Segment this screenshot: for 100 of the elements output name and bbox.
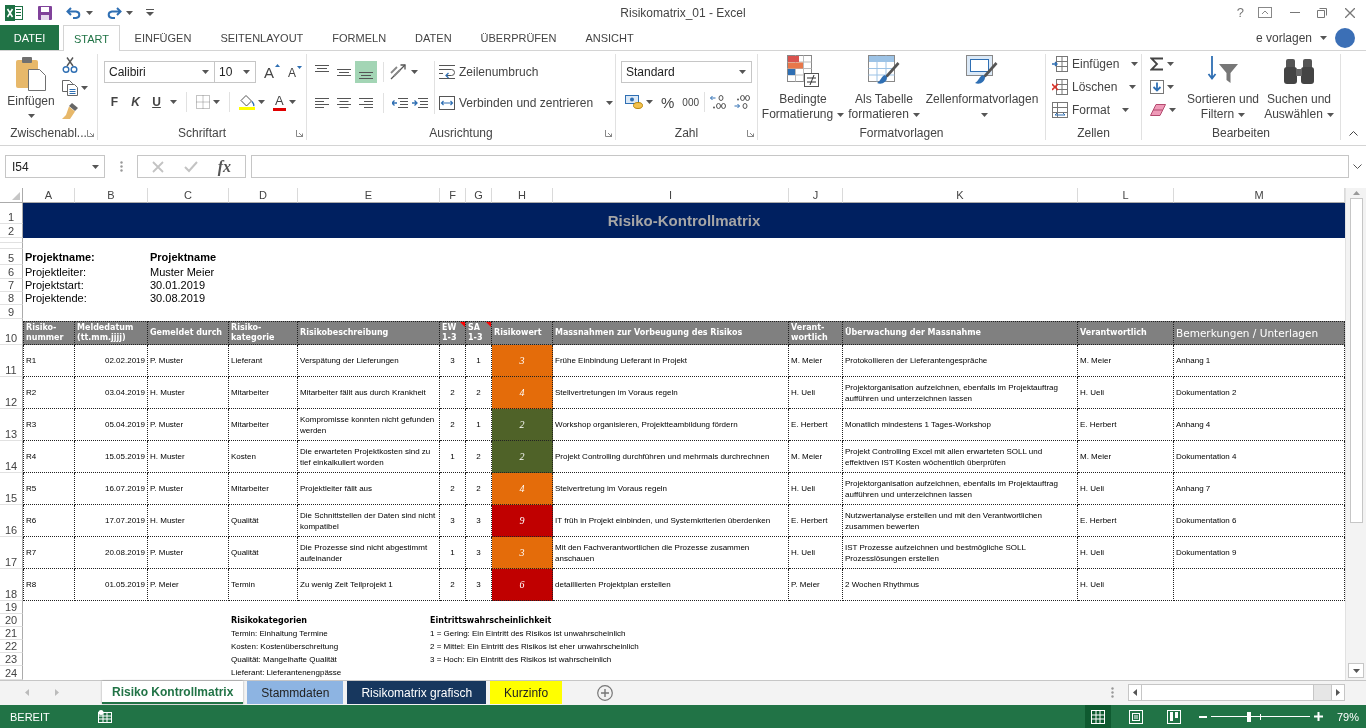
caret-icon[interactable] <box>1131 62 1139 66</box>
zoom-level[interactable]: 79% <box>1336 710 1359 723</box>
align-bottom-button[interactable] <box>355 61 377 83</box>
row-header[interactable]: 13 <box>0 409 23 441</box>
increase-indent-icon[interactable] <box>412 98 428 108</box>
customize-caret-icon[interactable] <box>146 9 154 16</box>
caret-icon[interactable] <box>258 100 265 104</box>
row-header[interactable]: 6 <box>0 265 23 279</box>
sheet-tab[interactable]: Risiko Kontrollmatrix <box>102 681 244 704</box>
spreadsheet-logo-icon[interactable] <box>5 4 23 21</box>
merge-center-button[interactable]: Verbinden und zentrieren <box>439 92 614 114</box>
row-header[interactable]: 5 <box>0 249 23 265</box>
ribbon-tab[interactable]: SEITENLAYOUT <box>205 25 318 50</box>
spreadsheet-icon[interactable] <box>97 710 112 723</box>
text-angle-icon[interactable] <box>390 64 408 80</box>
align-left-icon[interactable] <box>315 98 329 108</box>
normal-view-button[interactable] <box>1084 705 1111 728</box>
row-header[interactable]: 9 <box>0 305 23 319</box>
caret-icon[interactable] <box>288 100 296 104</box>
caret-icon[interactable] <box>86 10 93 15</box>
down-arrow-icon[interactable] <box>1352 668 1360 673</box>
caret-icon[interactable] <box>1129 85 1137 89</box>
name-box[interactable]: I54 <box>5 155 105 178</box>
format-cells-button[interactable]: Format <box>1052 101 1129 119</box>
row-header[interactable]: 15 <box>0 473 23 505</box>
row-header[interactable]: 7 <box>0 279 23 292</box>
increase-decimal-icon[interactable] <box>710 95 727 109</box>
caret-icon[interactable] <box>739 70 746 74</box>
vertical-scrollbar[interactable] <box>1345 188 1366 680</box>
insert-cells-button[interactable]: Einfügen <box>1052 55 1139 73</box>
caret-icon[interactable] <box>92 164 99 169</box>
ribbon-tab[interactable]: EINFÜGEN <box>120 25 206 50</box>
undo-icon[interactable] <box>66 6 82 19</box>
font-name-dropdown[interactable]: Calibiri <box>104 61 215 83</box>
grip-dots-icon[interactable] <box>120 161 123 172</box>
paste-button[interactable]: Einfügen <box>4 57 58 118</box>
caret-icon[interactable] <box>243 70 250 74</box>
grow-font-button[interactable]: A <box>264 63 280 81</box>
shrink-font-button[interactable]: A <box>288 65 303 81</box>
font-size-dropdown[interactable]: 10 <box>214 61 256 83</box>
row-header[interactable]: 16 <box>0 505 23 537</box>
row-header[interactable]: 18 <box>0 569 23 601</box>
italic-button[interactable]: K <box>125 91 146 113</box>
redo-icon[interactable] <box>106 6 122 19</box>
ribbon-tab[interactable]: DATEN <box>400 25 467 50</box>
ribbon-tab[interactable]: FORMELN <box>317 25 401 50</box>
paintbrush-icon[interactable] <box>62 103 78 119</box>
scrollbar-thumb[interactable] <box>1349 198 1363 523</box>
chevron-down-icon[interactable] <box>1353 164 1362 169</box>
formula-input[interactable] <box>251 155 1349 178</box>
caret-icon[interactable] <box>646 100 653 104</box>
grip-dots-icon[interactable] <box>1111 687 1114 698</box>
bold-button[interactable]: F <box>104 91 125 113</box>
scrollbar-thumb[interactable] <box>1142 685 1314 700</box>
align-right-icon[interactable] <box>359 98 373 108</box>
dialog-launcher-icon[interactable] <box>87 129 94 137</box>
format-as-table-button[interactable]: Als Tabelle formatieren <box>846 55 922 122</box>
insert-function-button[interactable]: fx <box>217 157 232 176</box>
row-header[interactable]: 19 <box>0 601 23 614</box>
caret-icon[interactable] <box>1320 35 1327 40</box>
caret-icon[interactable] <box>202 70 209 74</box>
dialog-launcher-icon[interactable] <box>747 129 754 137</box>
caret-icon[interactable] <box>126 10 133 15</box>
ribbon-tab[interactable]: ÜBERPRÜFEN <box>466 25 571 50</box>
dialog-launcher-icon[interactable] <box>296 129 303 137</box>
sheet-tab[interactable]: Kurzinfo <box>490 681 563 704</box>
caret-icon[interactable] <box>27 114 35 118</box>
ribbon-display-icon[interactable] <box>1258 7 1272 18</box>
help-button[interactable]: ? <box>1236 5 1244 20</box>
conditional-formatting-button[interactable]: Bedingte Formatierung <box>760 55 846 122</box>
money-icon[interactable] <box>625 95 643 109</box>
percent-button[interactable]: % <box>661 93 675 111</box>
caret-icon[interactable] <box>1122 108 1129 112</box>
row-header[interactable]: 14 <box>0 441 23 473</box>
sigma-icon[interactable] <box>1150 57 1164 71</box>
caret-icon[interactable] <box>1167 62 1174 66</box>
file-tab[interactable]: DATEI <box>0 25 59 50</box>
delete-cells-button[interactable]: Löschen <box>1052 78 1137 96</box>
wrap-text-button[interactable]: Zeilenumbruch <box>439 61 614 83</box>
decrease-indent-icon[interactable] <box>392 98 408 108</box>
triangle-left-icon[interactable] <box>1133 689 1137 696</box>
caret-icon[interactable] <box>912 112 920 117</box>
row-header[interactable]: 12 <box>0 377 23 409</box>
align-center-icon[interactable] <box>337 98 351 108</box>
sort-filter-button[interactable]: Sortieren und Filtern <box>1184 55 1262 122</box>
copy-icon[interactable] <box>62 80 78 96</box>
caret-icon[interactable] <box>411 70 418 74</box>
restore-icon[interactable] <box>1317 7 1327 18</box>
zoom-in-icon[interactable] <box>1313 712 1323 721</box>
number-format-dropdown[interactable]: Standard <box>621 61 752 83</box>
fill-down-icon[interactable] <box>1150 80 1164 94</box>
caret-icon[interactable] <box>980 112 988 117</box>
row-header[interactable]: 8 <box>0 292 23 305</box>
underline-button[interactable]: U <box>146 91 167 113</box>
caret-icon[interactable] <box>837 112 845 117</box>
avatar-icon[interactable] <box>1335 27 1355 48</box>
zoom-slider-thumb[interactable] <box>1246 711 1251 722</box>
save-icon[interactable] <box>38 5 52 20</box>
ribbon-tab[interactable]: ANSICHT <box>570 25 649 50</box>
cell-styles-button[interactable]: Zellenformatvorlagen <box>922 55 1042 122</box>
